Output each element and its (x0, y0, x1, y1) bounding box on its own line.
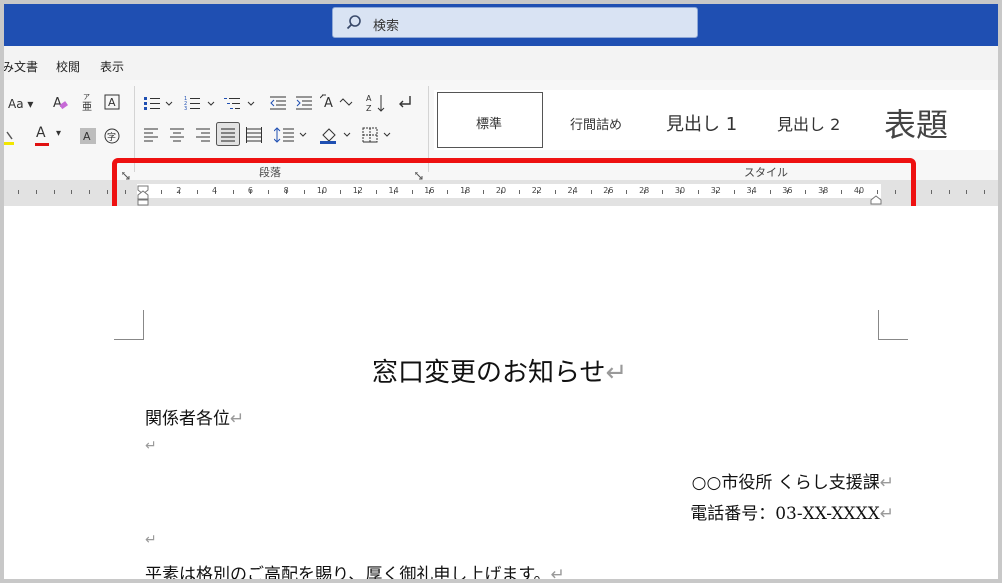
document-page[interactable]: 窓口変更のお知らせ↵ 関係者各位↵ ↵ ○○市役所 くらし支援課↵ 電話番号：0… (4, 206, 998, 579)
svg-text:字: 字 (107, 131, 116, 143)
page-corner-mark (114, 310, 144, 340)
style-heading-1[interactable]: 見出し 1 (666, 110, 737, 136)
svg-text:A: A (53, 96, 62, 111)
word-window: 検索 み文書 校閲 表示 Aa ▾ A ア亜 A A ▾ A 字 1 2 3 A… (4, 4, 998, 579)
empty-paragraph[interactable]: ↵ (145, 438, 157, 454)
sender-line[interactable]: ○○市役所 くらし支援課↵ (692, 468, 894, 493)
search-placeholder: 検索 (373, 19, 400, 34)
font-color-label: A (36, 125, 46, 141)
character-spacing-icon[interactable]: A (320, 94, 354, 112)
svg-text:3: 3 (184, 106, 187, 110)
phone-text: 電話番号：03-XX-XXXX (690, 504, 880, 524)
borders-icon[interactable] (362, 127, 396, 143)
ruler-tick (89, 190, 91, 194)
sender-text: ○○市役所 くらし支援課 (691, 473, 880, 493)
ruler-tick (17, 190, 19, 194)
numbering-icon[interactable]: 123 (184, 96, 216, 110)
phone-line[interactable]: 電話番号：03-XX-XXXX↵ (690, 499, 894, 524)
decrease-indent-icon[interactable] (270, 96, 286, 110)
paragraph-mark: ↵ (550, 565, 565, 579)
font-color-button[interactable]: A ▾ (35, 125, 61, 146)
highlight-color-icon[interactable] (4, 128, 20, 146)
style-heading-2[interactable]: 見出し 2 (777, 111, 840, 135)
body-line[interactable]: 平素は格別のご高配を賜り、厚く御礼申し上げます。↵ (145, 560, 565, 579)
empty-paragraph[interactable]: ↵ (145, 532, 157, 548)
svg-text:A: A (83, 130, 91, 143)
svg-text:A: A (366, 94, 372, 103)
font-color-underline (35, 143, 49, 146)
clear-formatting-icon[interactable]: A (52, 94, 68, 112)
style-no-spacing[interactable]: 行間詰め (570, 114, 622, 133)
align-right-icon[interactable] (196, 128, 210, 142)
title-bar: 検索 (4, 4, 998, 46)
salutation-text: 関係者各位 (145, 409, 230, 429)
salutation-line[interactable]: 関係者各位↵ (145, 404, 244, 429)
phonetic-guide-icon[interactable]: ア亜 (80, 92, 94, 112)
ruler-tick (948, 190, 950, 194)
search-box[interactable]: 検索 (332, 7, 698, 38)
style-normal-label: 標準 (476, 117, 503, 132)
svg-text:A: A (108, 96, 116, 109)
paragraph-mark: ↵ (145, 438, 157, 454)
svg-text:A: A (324, 96, 333, 111)
paragraph-mark: ↵ (145, 532, 157, 548)
character-border-icon[interactable]: A (104, 94, 120, 110)
character-shading-icon[interactable]: A (80, 128, 96, 144)
paragraph-mark: ↵ (605, 358, 628, 388)
enclosed-character-icon[interactable]: 字 (104, 128, 120, 144)
tab-mailings[interactable]: み文書 (4, 58, 38, 75)
multilevel-list-icon[interactable] (224, 96, 256, 110)
style-title[interactable]: 表題 (884, 100, 948, 146)
ruler-tick (984, 190, 986, 194)
paragraph-mark: ↵ (879, 504, 894, 524)
document-title-text: 窓口変更のお知らせ (372, 358, 606, 388)
menu-bar: み文書 校閲 表示 (4, 46, 998, 80)
show-formatting-marks-icon[interactable] (396, 94, 414, 112)
svg-text:亜: 亜 (82, 102, 92, 112)
tab-review[interactable]: 校閲 (56, 58, 80, 75)
distributed-icon[interactable] (246, 127, 262, 143)
align-left-icon[interactable] (144, 128, 158, 142)
bullets-icon[interactable] (144, 96, 174, 110)
ruler-tick (53, 190, 55, 194)
ruler-tick (71, 190, 73, 194)
ruler-tick (966, 190, 968, 194)
svg-text:Z: Z (366, 104, 372, 113)
page-corner-mark (878, 310, 908, 340)
increase-indent-icon[interactable] (296, 96, 312, 110)
svg-text:ア: ア (83, 93, 90, 101)
line-spacing-icon[interactable] (274, 127, 308, 143)
ruler-tick (35, 190, 37, 194)
shading-icon[interactable] (320, 126, 354, 144)
ruler-tick (930, 190, 932, 194)
style-normal[interactable]: 標準 (437, 92, 543, 148)
font-size-label: Aa (8, 97, 24, 111)
font-size-button[interactable]: Aa ▾ (8, 98, 33, 110)
document-title[interactable]: 窓口変更のお知らせ↵ (372, 352, 627, 389)
body-text: 平素は格別のご高配を賜り、厚く御礼申し上げます。 (145, 565, 551, 579)
align-center-icon[interactable] (170, 128, 184, 142)
paragraph-mark: ↵ (879, 473, 894, 493)
tab-view[interactable]: 表示 (100, 58, 124, 75)
ruler-tick (107, 190, 109, 194)
paragraph-mark: ↵ (230, 409, 245, 429)
sort-icon[interactable]: AZ (366, 93, 388, 113)
search-icon (345, 14, 363, 32)
justify-icon[interactable] (216, 122, 240, 146)
